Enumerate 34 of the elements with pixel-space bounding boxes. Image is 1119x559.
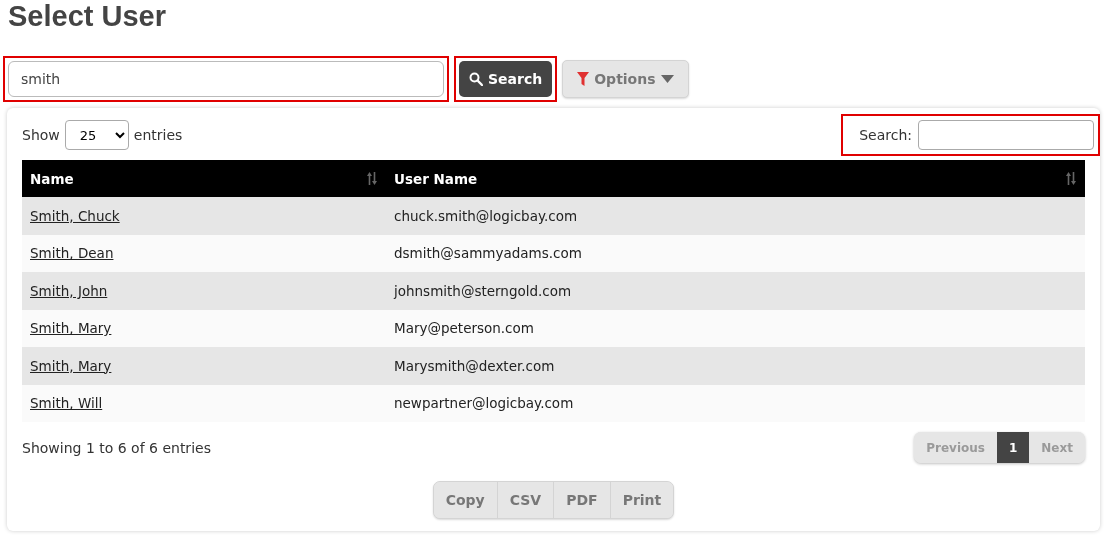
search-field[interactable]: smith <box>8 61 444 97</box>
user-link[interactable]: Smith, Mary <box>30 357 112 374</box>
filter-field[interactable] <box>918 120 1094 150</box>
export-button[interactable]: Print <box>610 482 674 518</box>
column-header[interactable]: User Name <box>386 160 1085 197</box>
page-button[interactable]: 1 <box>996 432 1030 463</box>
search-icon <box>469 72 483 86</box>
user-link[interactable]: Smith, Chuck <box>30 207 120 224</box>
show-label: Show <box>22 127 60 143</box>
page-title: Select User <box>8 0 167 34</box>
search-button[interactable]: Search <box>459 61 553 97</box>
user-link[interactable]: Smith, Mary <box>30 320 112 337</box>
filter-label: Search: <box>859 127 912 143</box>
export-button[interactable]: PDF <box>554 482 611 518</box>
export-button[interactable]: Copy <box>433 482 498 518</box>
sort-icon <box>1065 172 1077 185</box>
filter-icon <box>577 72 590 86</box>
page-length-select[interactable]: 25 <box>64 120 129 150</box>
user-link[interactable]: Smith, Will <box>30 395 103 412</box>
column-header[interactable]: Name <box>22 160 386 197</box>
table-info: Showing 1 to 6 of 6 entries <box>22 439 211 456</box>
sort-icon <box>366 172 378 185</box>
export-button[interactable]: CSV <box>497 482 555 518</box>
entries-label: entries <box>133 127 183 143</box>
table-cell: dsmith@sammyadams.com <box>386 234 1085 272</box>
user-link[interactable]: Smith, John <box>30 282 108 299</box>
caret-icon <box>660 75 674 83</box>
table-cell: newpartner@logicbay.com <box>386 384 1085 422</box>
table-cell: chuck.smith@logicbay.com <box>386 197 1085 235</box>
table-cell: johnsmith@sterngold.com <box>386 272 1085 310</box>
table-cell: Marysmith@dexter.com <box>386 347 1085 385</box>
user-link[interactable]: Smith, Dean <box>30 245 114 262</box>
options-button[interactable]: Options <box>562 60 689 98</box>
table-cell: Mary@peterson.com <box>386 309 1085 347</box>
